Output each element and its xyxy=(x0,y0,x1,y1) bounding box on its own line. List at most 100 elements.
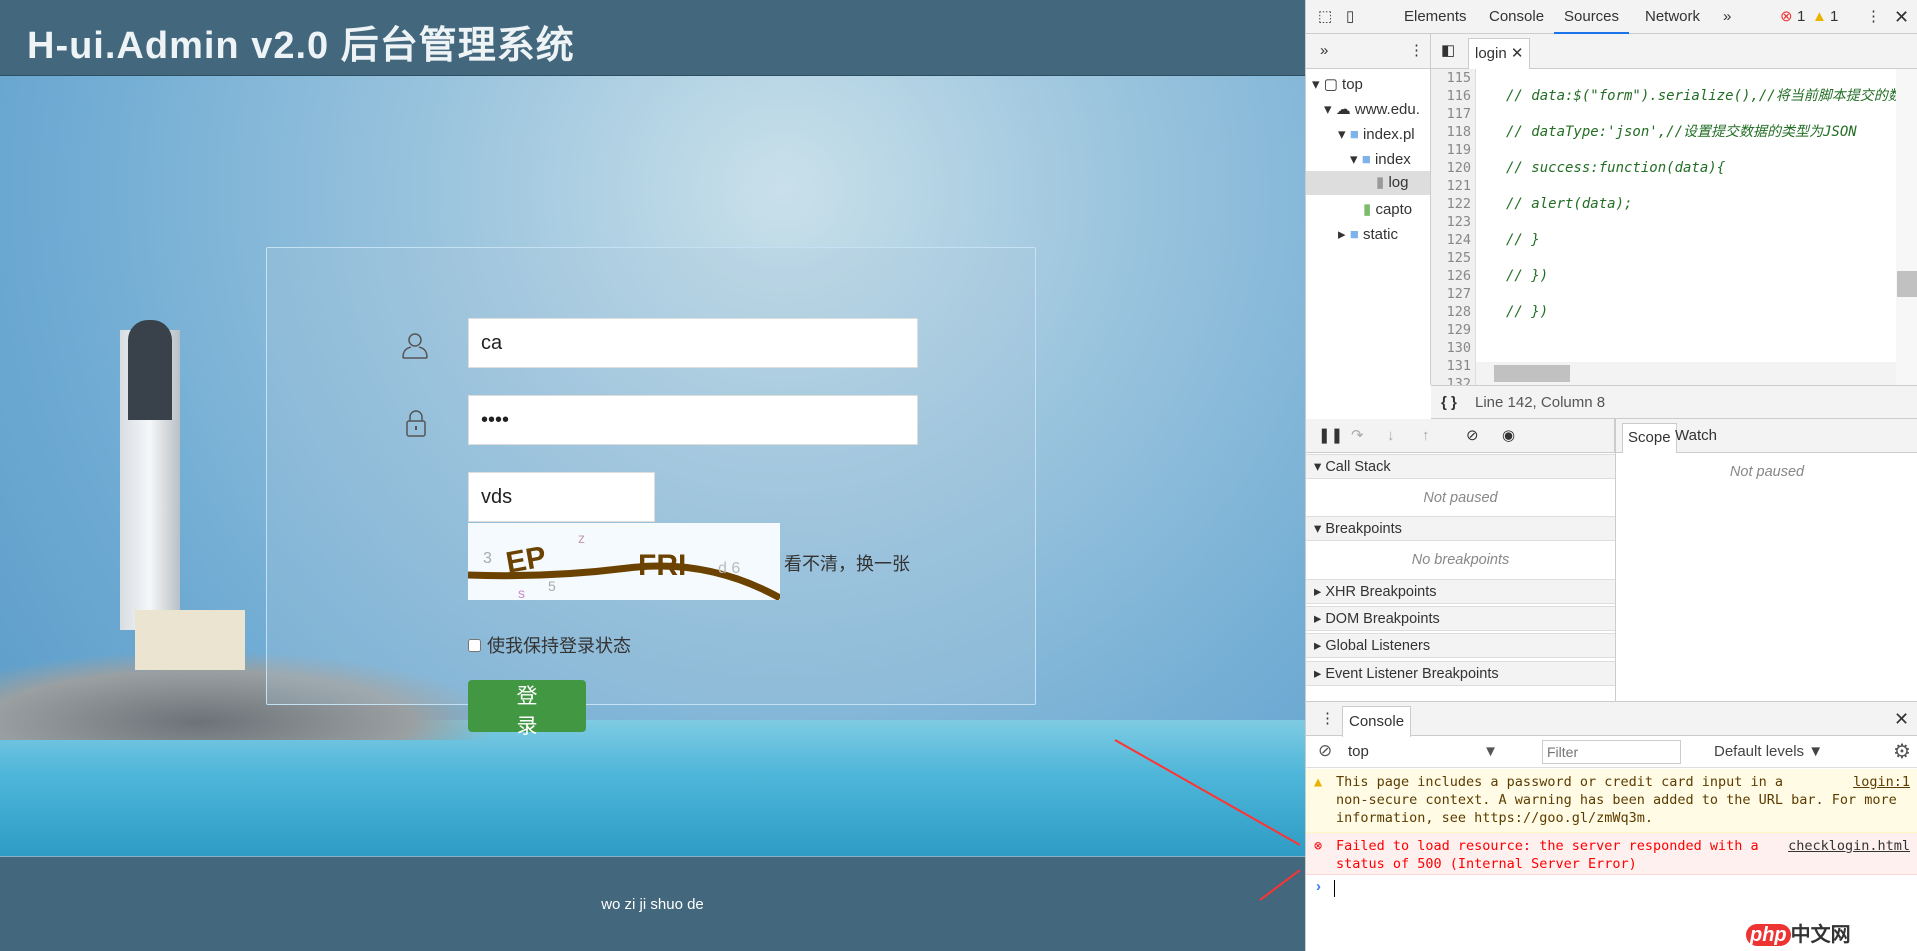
console-settings-icon[interactable]: ⚙ xyxy=(1893,739,1911,764)
editor-horizontal-scrollbar[interactable] xyxy=(1476,362,1896,385)
console-error-message: ⊗ checklogin.html Failed to load resourc… xyxy=(1306,833,1917,875)
drawer-tab-console[interactable]: Console xyxy=(1342,706,1412,737)
tree-item-file-selected[interactable]: ▮ log xyxy=(1306,171,1430,195)
warning-icon[interactable]: ▲ xyxy=(1812,0,1827,34)
tree-item-folder[interactable]: ▾ ■ index xyxy=(1350,150,1411,168)
user-icon xyxy=(402,333,428,359)
line-number-gutter: 115 116 117 118 119 120 121 122 123 124 125 126 127 1… xyxy=(1431,69,1476,385)
pause-on-exceptions-icon[interactable]: ◉ xyxy=(1502,419,1515,453)
file-tree: ▾ ▢ top ▾ ☁ www.edu. ▾ ■ index.pl ▾ ■ in… xyxy=(1306,69,1431,385)
drawer-menu-icon[interactable]: ⋮ xyxy=(1320,702,1335,736)
inspect-icon[interactable]: ⬚ xyxy=(1318,0,1332,34)
error-count[interactable]: 1 xyxy=(1797,0,1805,34)
pretty-print-button[interactable]: { } xyxy=(1441,386,1457,420)
navigator-more-button[interactable]: » xyxy=(1320,34,1328,68)
tab-sources[interactable]: Sources xyxy=(1554,0,1630,34)
lock-icon xyxy=(406,410,426,437)
breakpoints-section[interactable]: ▾ Breakpoints xyxy=(1306,516,1615,541)
captcha-image[interactable]: EP FRI 3 z d 6 s 5 xyxy=(468,523,780,600)
line-number[interactable]: 132 xyxy=(1431,375,1475,385)
error-source-link[interactable]: checklogin.html xyxy=(1788,837,1910,855)
remember-me[interactable]: 使我保持登录状态 xyxy=(468,632,631,658)
line-number[interactable]: 131 xyxy=(1431,357,1475,375)
tab-elements[interactable]: Elements xyxy=(1404,0,1467,34)
prompt-chevron-icon: › xyxy=(1316,878,1321,895)
log-levels-select[interactable]: Default levels ▼ xyxy=(1714,743,1823,760)
error-icon[interactable]: ⊗ xyxy=(1780,0,1793,34)
warning-source-link[interactable]: login:1 xyxy=(1853,773,1910,791)
deactivate-breakpoints-icon[interactable]: ⊘ xyxy=(1466,419,1479,453)
tree-item-domain[interactable]: ▾ ☁ www.edu. xyxy=(1324,100,1420,118)
line-number[interactable]: 118 xyxy=(1431,123,1475,141)
line-number[interactable]: 121 xyxy=(1431,177,1475,195)
line-number[interactable]: 116 xyxy=(1431,87,1475,105)
code-line: // data:$("form").serialize(),//将当前脚本提交的… xyxy=(1506,88,1902,104)
close-tab-icon[interactable]: ✕ xyxy=(1511,45,1524,62)
tab-network[interactable]: Network xyxy=(1645,0,1700,34)
xhr-breakpoints-section[interactable]: ▸ XHR Breakpoints xyxy=(1306,579,1615,604)
tree-item-file[interactable]: ▮ capto xyxy=(1363,200,1412,218)
line-number[interactable]: 129 xyxy=(1431,321,1475,339)
toggle-navigator-icon[interactable]: ◧ xyxy=(1441,34,1455,68)
svg-text:3: 3 xyxy=(483,550,492,567)
editor-vertical-scrollbar[interactable] xyxy=(1896,69,1917,385)
more-tabs-button[interactable]: » xyxy=(1723,0,1731,34)
console-warning-message: ▲ login:1 This page includes a password … xyxy=(1306,769,1917,833)
clear-console-icon[interactable]: ⊘ xyxy=(1318,741,1332,761)
captcha-noise: EP FRI 3 z d 6 s 5 xyxy=(468,530,780,600)
menu-kebab-icon[interactable]: ⋮ xyxy=(1866,0,1881,34)
warning-info-link[interactable]: https://goo.gl/zmWq3m xyxy=(1474,810,1645,826)
scope-pane: Scope Watch Not paused xyxy=(1615,419,1917,701)
tab-console[interactable]: Console xyxy=(1489,0,1544,34)
line-number[interactable]: 124 xyxy=(1431,231,1475,249)
line-number[interactable]: 128 xyxy=(1431,303,1475,321)
remember-checkbox[interactable] xyxy=(468,638,481,652)
line-number[interactable]: 117 xyxy=(1431,105,1475,123)
device-toggle-icon[interactable]: ▯ xyxy=(1346,0,1354,34)
step-out-icon[interactable]: ↑ xyxy=(1422,419,1430,453)
line-number[interactable]: 130 xyxy=(1431,339,1475,357)
global-listeners-section[interactable]: ▸ Global Listeners xyxy=(1306,633,1615,658)
call-stack-section[interactable]: ▾ Call Stack xyxy=(1306,454,1615,479)
tree-item-folder[interactable]: ▾ ■ index.pl xyxy=(1338,125,1415,143)
line-number[interactable]: 123 xyxy=(1431,213,1475,231)
line-number[interactable]: 120 xyxy=(1431,159,1475,177)
context-select[interactable]: top ▼ xyxy=(1348,743,1498,760)
captcha-refresh-link[interactable]: 看不清，换一张 xyxy=(784,550,910,576)
event-listener-breakpoints-section[interactable]: ▸ Event Listener Breakpoints xyxy=(1306,661,1615,686)
warning-count[interactable]: 1 xyxy=(1830,0,1838,34)
line-number[interactable]: 127 xyxy=(1431,285,1475,303)
console-prompt[interactable]: › xyxy=(1306,876,1917,906)
line-number[interactable]: 126 xyxy=(1431,267,1475,285)
tab-watch[interactable]: Watch xyxy=(1675,419,1717,453)
step-over-icon[interactable]: ↷ xyxy=(1351,419,1364,453)
close-drawer-icon[interactable]: ✕ xyxy=(1894,702,1909,736)
console-drawer-header: ⋮ Console ✕ xyxy=(1306,701,1917,737)
line-number[interactable]: 119 xyxy=(1431,141,1475,159)
step-into-icon[interactable]: ↓ xyxy=(1387,419,1395,453)
tree-item-folder[interactable]: ▸ ■ static xyxy=(1338,225,1398,243)
username-input[interactable]: ca xyxy=(468,318,918,368)
password-input[interactable]: •••• xyxy=(468,395,918,445)
tree-item-top[interactable]: ▾ ▢ top xyxy=(1312,75,1363,93)
pause-icon[interactable]: ❚❚ xyxy=(1318,419,1343,453)
code-line: // }) xyxy=(1506,268,1549,284)
svg-text:s: s xyxy=(518,585,525,600)
line-number[interactable]: 122 xyxy=(1431,195,1475,213)
console-filter-input[interactable] xyxy=(1542,740,1681,764)
line-number[interactable]: 125 xyxy=(1431,249,1475,267)
dom-breakpoints-section[interactable]: ▸ DOM Breakpoints xyxy=(1306,606,1615,631)
text-cursor xyxy=(1334,880,1335,897)
tab-scope[interactable]: Scope xyxy=(1622,423,1677,453)
navigator-menu-icon[interactable]: ⋮ xyxy=(1409,34,1424,68)
breakpoints-status: No breakpoints xyxy=(1411,552,1510,568)
editor-tabbar: ◧ login ✕ xyxy=(1431,34,1917,69)
login-button[interactable]: 登 录 xyxy=(468,680,586,738)
header-title: H-ui.Admin v2.0 后台管理系统 xyxy=(27,25,575,67)
close-devtools-icon[interactable]: ✕ xyxy=(1894,0,1909,34)
captcha-input[interactable]: vds xyxy=(468,472,655,522)
call-stack-status: Not paused xyxy=(1423,490,1498,506)
line-number[interactable]: 115 xyxy=(1431,69,1475,87)
editor-tab-login[interactable]: login ✕ xyxy=(1468,38,1531,69)
code-line: // } xyxy=(1506,232,1540,248)
